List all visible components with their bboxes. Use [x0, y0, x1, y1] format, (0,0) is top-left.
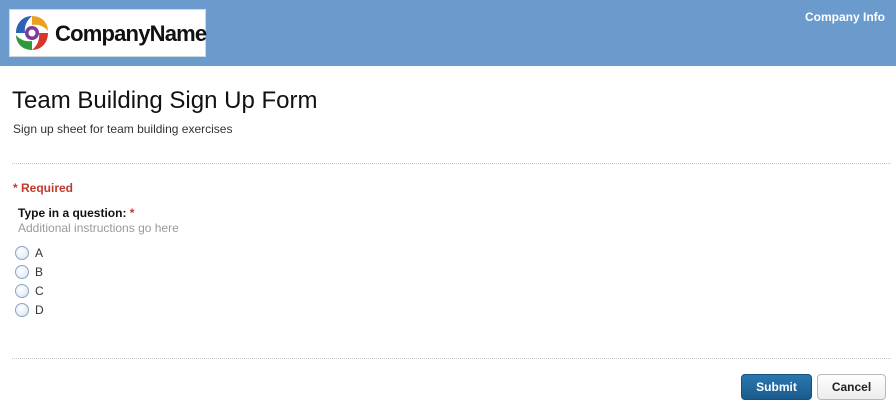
question-text: Type in a question:: [18, 206, 127, 220]
company-info-link[interactable]: Company Info: [805, 10, 885, 24]
required-note: * Required: [13, 181, 74, 195]
radio-button[interactable]: [15, 246, 29, 260]
logo-text: CompanyName: [55, 21, 207, 46]
divider: [12, 358, 891, 359]
form-description: Sign up sheet for team building exercise…: [13, 122, 233, 136]
option-b[interactable]: B: [15, 264, 43, 280]
radio-button[interactable]: [15, 303, 29, 317]
question-help-text: Additional instructions go here: [18, 221, 179, 235]
radio-button[interactable]: [15, 284, 29, 298]
submit-button[interactable]: Submit: [741, 374, 812, 400]
divider: [12, 163, 891, 164]
page-header: CompanyName Company Info: [0, 0, 896, 66]
company-logo: CompanyName: [9, 9, 207, 57]
form-title: Team Building Sign Up Form: [12, 87, 318, 114]
option-label: D: [35, 303, 44, 317]
question-label: Type in a question: *: [18, 206, 134, 220]
option-d[interactable]: D: [15, 302, 44, 318]
radio-button[interactable]: [15, 265, 29, 279]
option-a[interactable]: A: [15, 245, 43, 261]
option-c[interactable]: C: [15, 283, 44, 299]
cancel-button[interactable]: Cancel: [817, 374, 886, 400]
option-label: A: [35, 246, 44, 260]
logo-swirl-icon: [16, 16, 48, 50]
option-label: B: [35, 265, 44, 279]
option-label: C: [35, 284, 44, 298]
required-marker: *: [129, 206, 135, 220]
